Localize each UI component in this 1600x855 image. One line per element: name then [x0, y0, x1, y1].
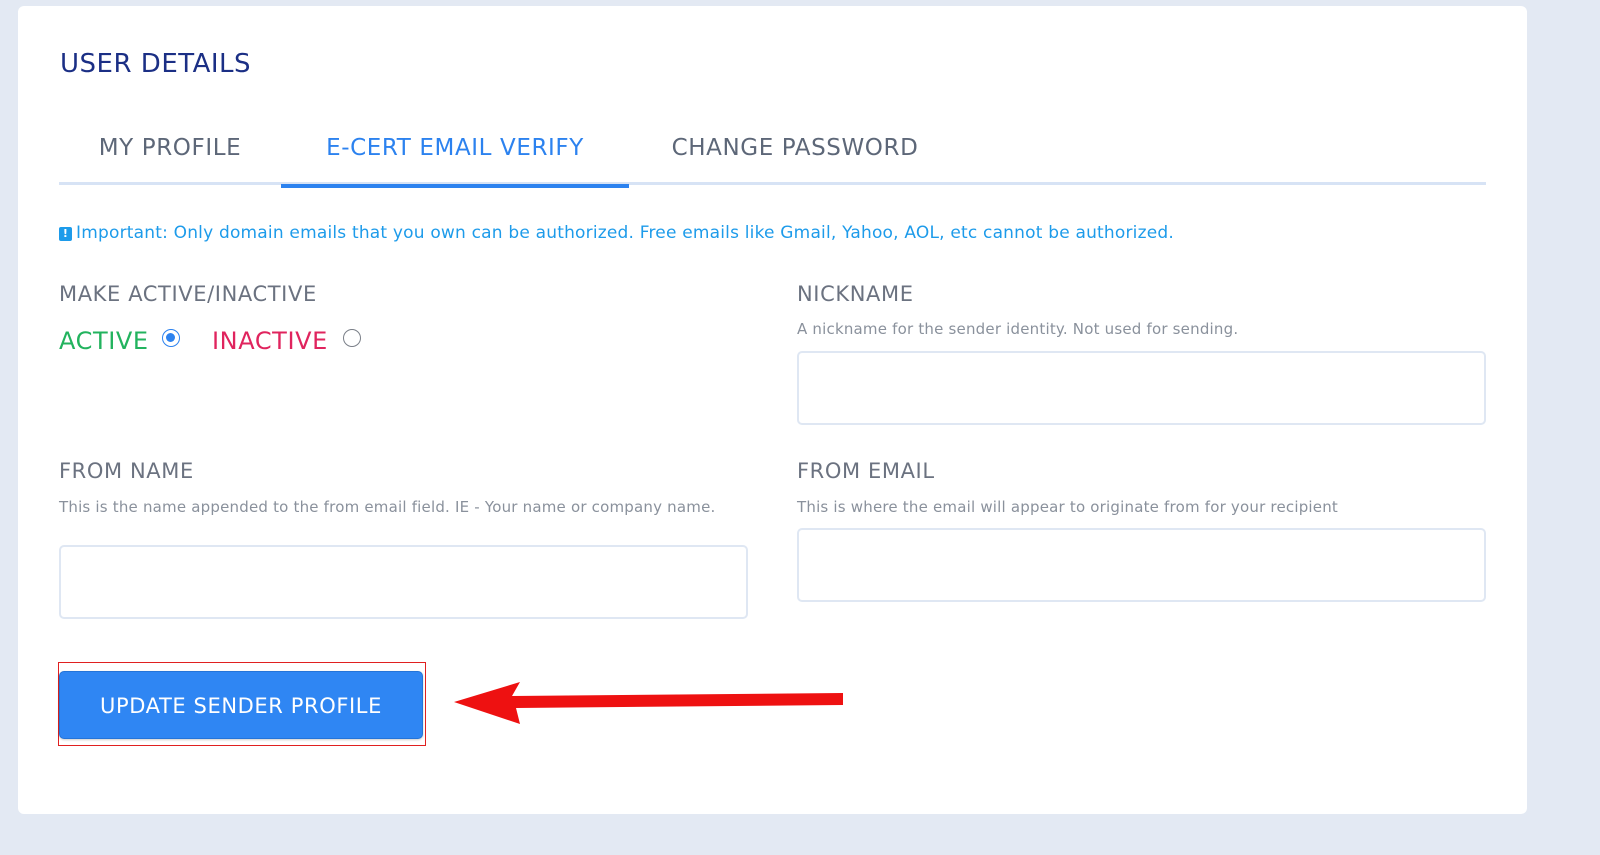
status-label: MAKE ACTIVE/INACTIVE [59, 282, 317, 306]
exclamation-icon: ! [59, 227, 72, 241]
nickname-label: NICKNAME [797, 282, 914, 306]
active-option-label[interactable]: ACTIVE [59, 326, 149, 356]
notice-text: Important: Only domain emails that you o… [76, 223, 1174, 243]
from-email-input[interactable] [797, 528, 1486, 602]
important-notice: ! Important: Only domain emails that you … [59, 222, 1174, 244]
tab-change-password[interactable]: CHANGE PASSWORD [629, 128, 961, 185]
from-name-help: This is the name appended to the from em… [59, 498, 716, 516]
inactive-option-label[interactable]: INACTIVE [212, 326, 328, 356]
from-name-label: FROM NAME [59, 459, 194, 483]
inactive-radio[interactable] [343, 329, 361, 347]
nickname-input[interactable] [797, 351, 1486, 425]
tab-e-cert-email-verify[interactable]: E-CERT EMAIL VERIFY [281, 128, 629, 188]
nickname-help: A nickname for the sender identity. Not … [797, 320, 1239, 338]
active-radio[interactable] [162, 329, 180, 347]
tab-my-profile[interactable]: MY PROFILE [59, 128, 281, 185]
page-title: USER DETAILS [60, 49, 252, 79]
from-email-label: FROM EMAIL [797, 459, 935, 483]
update-sender-profile-button[interactable]: UPDATE SENDER PROFILE [59, 671, 423, 739]
red-arrow-annotation [454, 682, 843, 724]
from-name-input[interactable] [59, 545, 748, 619]
from-email-help: This is where the email will appear to o… [797, 498, 1339, 516]
tab-bar: MY PROFILE E-CERT EMAIL VERIFY CHANGE PA… [59, 128, 1486, 188]
